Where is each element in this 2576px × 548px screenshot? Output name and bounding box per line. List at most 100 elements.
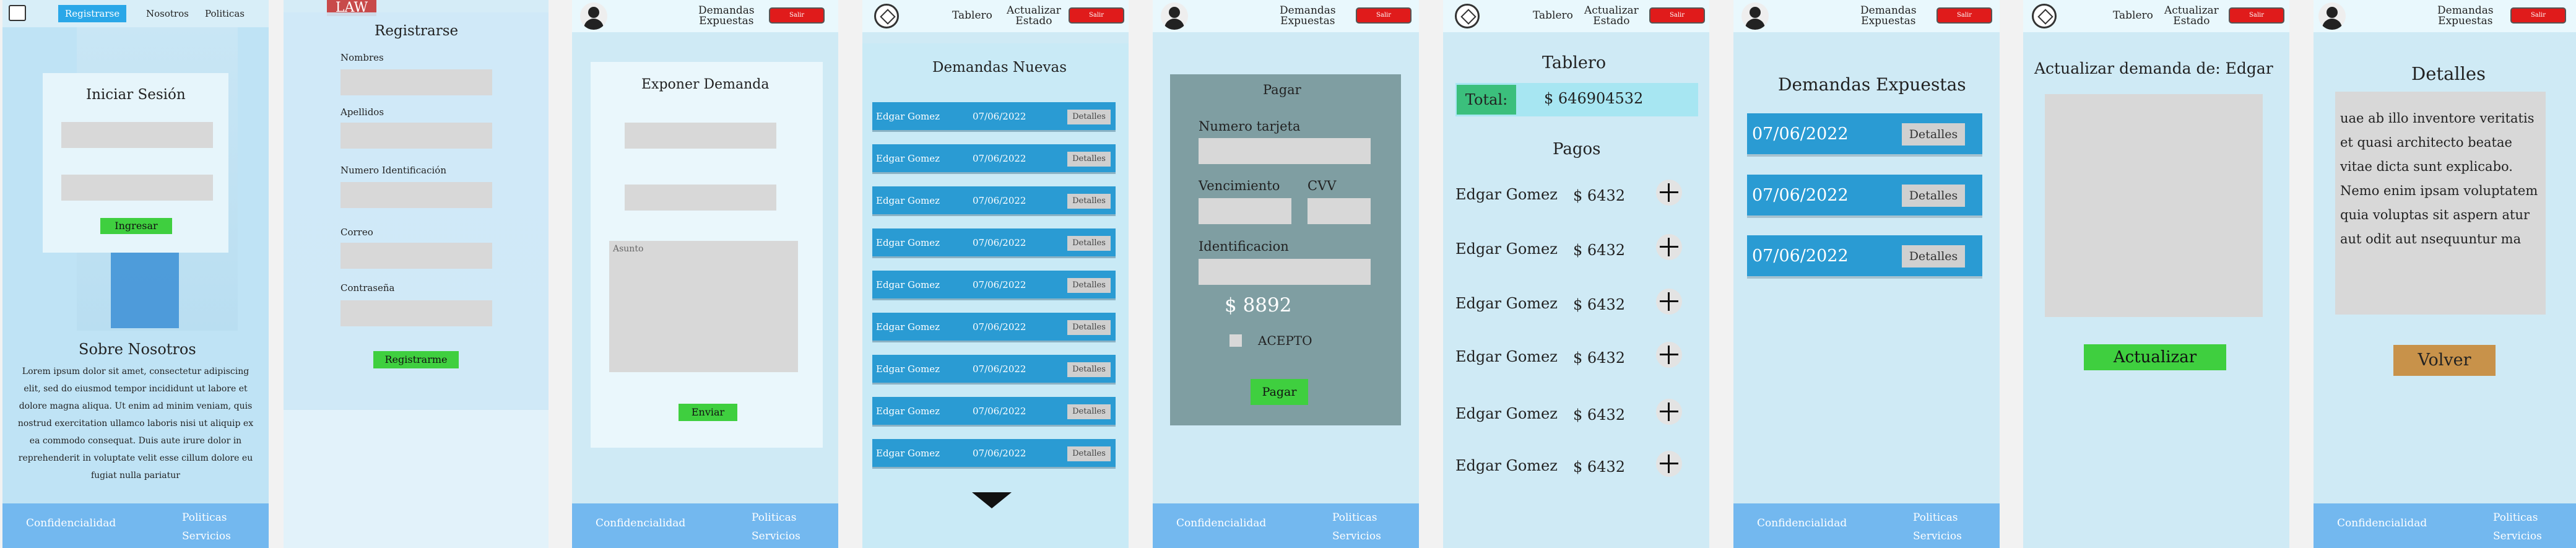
register-button[interactable]: Registrarme — [373, 351, 459, 368]
detalles-button[interactable]: Detalles — [1902, 185, 1965, 207]
pagar-button[interactable]: Pagar — [1251, 379, 1308, 405]
detalles-button[interactable]: Detalles — [1067, 404, 1111, 419]
card-number-label: Numero tarjeta — [1199, 119, 1301, 134]
footer-confidencialidad[interactable]: Confidencialidad — [2337, 517, 2427, 529]
footer-confidencialidad[interactable]: Confidencialidad — [596, 517, 685, 529]
asunto-textarea[interactable]: Asunto — [609, 241, 798, 372]
footer-politicas[interactable]: Politicas Servicios — [2493, 508, 2542, 546]
top-nav: Tablero Actualizar Estado Salir — [2023, 0, 2289, 32]
salir-button[interactable]: Salir — [1649, 7, 1705, 24]
table-row: Edgar Gomez 07/06/2022 Detalles — [872, 271, 1116, 300]
detalles-button[interactable]: Detalles — [1067, 110, 1111, 124]
detalles-button[interactable]: Detalles — [1067, 320, 1111, 335]
expiry-input[interactable] — [1199, 198, 1291, 224]
nombres-input[interactable] — [340, 69, 492, 95]
demanda-input-1[interactable] — [625, 123, 776, 149]
plus-icon[interactable] — [1656, 451, 1682, 477]
field-label: Nombres — [340, 52, 384, 63]
accept-label: ACEPTO — [1258, 333, 1312, 348]
footer-confidencialidad[interactable]: Confidencialidad — [26, 517, 116, 529]
actualizar-button[interactable]: Actualizar — [2084, 344, 2226, 370]
salir-button[interactable]: Salir — [1356, 7, 1412, 24]
row-name: Edgar Gomez — [876, 406, 940, 417]
salir-button[interactable]: Salir — [2229, 7, 2284, 24]
footer-politicas[interactable]: Politicas Servicios — [182, 508, 231, 546]
nav-demandas-expuestas[interactable]: Demandas Expuestas — [2437, 6, 2494, 27]
login-button[interactable]: Ingresar — [100, 218, 172, 234]
footer-confidencialidad[interactable]: Confidencialidad — [1757, 517, 1847, 529]
table-row: Edgar Gomez 07/06/2022 Detalles — [872, 439, 1116, 469]
footer-politicas[interactable]: Politicas Servicios — [1913, 508, 1962, 546]
contrasena-input[interactable] — [340, 300, 492, 326]
detalles-button[interactable]: Detalles — [1067, 362, 1111, 377]
row-name: Edgar Gomez — [876, 321, 940, 333]
table-row: Edgar Gomez 07/06/2022 Detalles — [872, 228, 1116, 258]
logo-icon[interactable] — [2032, 4, 2057, 28]
row-date: 07/06/2022 — [973, 363, 1026, 375]
table-row: Edgar Gomez 07/06/2022 Detalles — [872, 355, 1116, 385]
plus-icon[interactable] — [1656, 399, 1682, 425]
detalles-button[interactable]: Detalles — [1067, 278, 1111, 293]
plus-icon[interactable] — [1656, 180, 1682, 206]
total-value: $ 646904532 — [1544, 90, 1644, 107]
detalles-button[interactable]: Detalles — [1067, 236, 1111, 251]
screen-tablero: Tablero Actualizar Estado Salir Tablero T… — [1443, 0, 1709, 548]
scroll-down-icon[interactable] — [972, 492, 1012, 508]
plus-icon[interactable] — [1656, 234, 1682, 260]
volver-button[interactable]: Volver — [2393, 345, 2496, 376]
cvv-input[interactable] — [1308, 198, 1371, 224]
salir-button[interactable]: Salir — [2510, 7, 2566, 24]
accept-checkbox[interactable] — [1229, 334, 1242, 347]
about-title: Sobre Nosotros — [79, 341, 196, 358]
row-date: 07/06/2022 — [973, 237, 1026, 248]
nav-actualizar-estado[interactable]: Actualizar Estado — [1007, 6, 1061, 27]
estado-textarea[interactable] — [2045, 94, 2263, 317]
table-row: Edgar Gomez 07/06/2022 Detalles — [872, 397, 1116, 427]
user-avatar-icon[interactable] — [2318, 2, 2346, 30]
nav-tablero[interactable]: Tablero — [952, 11, 992, 21]
nav-demandas-expuestas[interactable]: Demandas Expuestas — [1280, 6, 1336, 27]
table-row: Edgar Gomez 07/06/2022 Detalles — [872, 144, 1116, 174]
nav-tablero[interactable]: Tablero — [1533, 11, 1573, 21]
identificacion-input[interactable] — [340, 182, 492, 208]
username-input[interactable] — [61, 122, 213, 148]
nav-actualizar-estado[interactable]: Actualizar Estado — [1584, 6, 1639, 27]
row-date: 07/06/2022 — [973, 153, 1026, 164]
salir-button[interactable]: Salir — [769, 7, 825, 24]
detalles-button[interactable]: Detalles — [1067, 194, 1111, 209]
nav-politicas[interactable]: Politicas — [205, 8, 245, 19]
logo-icon[interactable] — [874, 4, 899, 28]
salir-button[interactable]: Salir — [1936, 7, 1992, 24]
list-item: 07/06/2022 Detalles — [1747, 113, 1982, 157]
plus-icon[interactable] — [1656, 289, 1682, 315]
footer: Confidencialidad Politicas Servicios — [1153, 503, 1419, 548]
detalles-button[interactable]: Detalles — [1902, 123, 1965, 146]
user-avatar-icon[interactable] — [580, 2, 607, 30]
password-input[interactable] — [61, 175, 213, 201]
footer-politicas[interactable]: Politicas Servicios — [752, 508, 800, 546]
card-number-input[interactable] — [1199, 138, 1371, 164]
footer-politicas[interactable]: Politicas Servicios — [1332, 508, 1381, 546]
footer-confidencialidad[interactable]: Confidencialidad — [1176, 517, 1266, 529]
row-date: 07/06/2022 — [1752, 186, 1849, 205]
apellidos-input[interactable] — [340, 123, 492, 149]
nav-registrarse[interactable]: Registrarse — [58, 5, 126, 22]
nav-nosotros[interactable]: Nosotros — [146, 8, 189, 19]
plus-icon[interactable] — [1656, 342, 1682, 368]
detalles-button[interactable]: Detalles — [1067, 152, 1111, 167]
detalles-button[interactable]: Detalles — [1067, 446, 1111, 461]
identificacion-input[interactable] — [1199, 259, 1371, 285]
nav-demandas-expuestas[interactable]: Demandas Expuestas — [1860, 6, 1917, 27]
detalles-button[interactable]: Detalles — [1902, 245, 1965, 267]
user-avatar-icon[interactable] — [1741, 2, 1769, 30]
demanda-input-2[interactable] — [625, 185, 776, 211]
top-nav: Demandas Expuestas Salir — [1153, 0, 1419, 32]
nav-demandas-expuestas[interactable]: Demandas Expuestas — [698, 6, 755, 27]
logo-icon[interactable] — [1455, 4, 1480, 28]
nav-actualizar-estado[interactable]: Actualizar Estado — [2164, 6, 2219, 27]
enviar-button[interactable]: Enviar — [679, 404, 737, 421]
nav-tablero[interactable]: Tablero — [2113, 11, 2153, 21]
salir-button[interactable]: Salir — [1069, 7, 1124, 24]
correo-input[interactable] — [340, 243, 492, 269]
user-avatar-icon[interactable] — [1161, 2, 1188, 30]
